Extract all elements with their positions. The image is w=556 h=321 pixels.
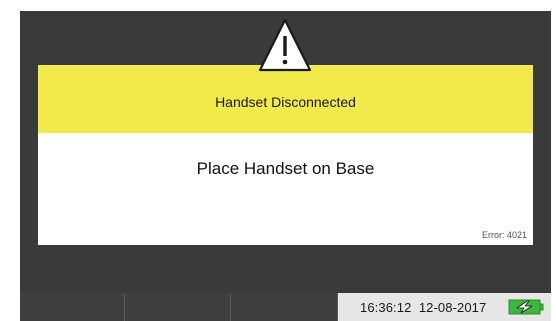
battery-charging-icon (508, 299, 544, 315)
alert-header: Handset Disconnected (38, 65, 533, 133)
screen: Handset Disconnected Place Handset on Ba… (20, 11, 551, 321)
alert-body: Place Handset on Base Error: 4021 (38, 133, 533, 245)
alert-message: Place Handset on Base (196, 159, 375, 178)
warning-triangle-icon (258, 18, 312, 72)
error-code: Error: 4021 (481, 230, 527, 240)
soft-key-2[interactable] (125, 293, 231, 321)
soft-key-3[interactable] (231, 293, 338, 321)
alert-title: Handset Disconnected (215, 94, 356, 110)
device-frame: Handset Disconnected Place Handset on Ba… (0, 0, 556, 321)
soft-key-1[interactable] (20, 293, 125, 321)
status-bar: 16:36:12 12-08-2017 (20, 293, 551, 321)
datetime-display: 16:36:12 12-08-2017 (360, 299, 487, 315)
status-info: 16:36:12 12-08-2017 (338, 293, 551, 321)
